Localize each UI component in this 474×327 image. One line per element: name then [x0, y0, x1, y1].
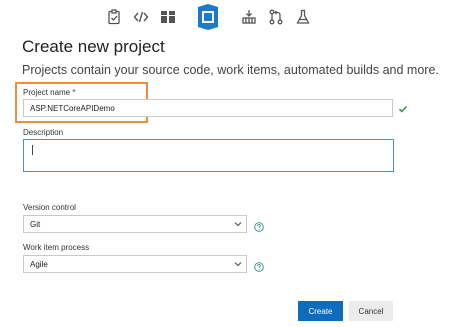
help-icon[interactable] — [254, 219, 264, 232]
description-label: Description — [23, 128, 64, 137]
package-icon[interactable] — [159, 8, 177, 26]
chevron-down-icon — [234, 260, 242, 268]
text-caret — [32, 145, 33, 155]
page-subtitle: Projects contain your source code, work … — [22, 63, 439, 77]
cancel-button[interactable]: Cancel — [349, 301, 393, 321]
page-title: Create new project — [22, 37, 165, 56]
project-name-field[interactable]: ASP.NETCoreAPIDemo — [23, 99, 393, 117]
check-icon — [398, 101, 408, 113]
code-icon[interactable] — [132, 8, 150, 26]
version-control-label: Version control — [23, 203, 76, 212]
help-icon[interactable] — [254, 259, 264, 272]
flask-icon[interactable] — [294, 8, 312, 26]
build-icon[interactable] — [240, 8, 258, 26]
visual-studio-logo-icon[interactable] — [194, 2, 222, 32]
work-item-process-value: Agile — [30, 260, 48, 269]
description-field[interactable] — [23, 139, 394, 172]
work-item-process-select[interactable]: Agile — [23, 255, 247, 273]
top-toolbar — [0, 0, 474, 36]
version-control-select[interactable]: Git — [23, 215, 247, 233]
work-item-process-label: Work item process — [23, 243, 90, 252]
project-name-label: Project name * — [23, 88, 76, 97]
pull-request-icon[interactable] — [267, 8, 285, 26]
version-control-value: Git — [30, 220, 41, 229]
chevron-down-icon — [234, 220, 242, 228]
create-button[interactable]: Create — [298, 301, 343, 321]
clipboard-check-icon[interactable] — [105, 8, 123, 26]
